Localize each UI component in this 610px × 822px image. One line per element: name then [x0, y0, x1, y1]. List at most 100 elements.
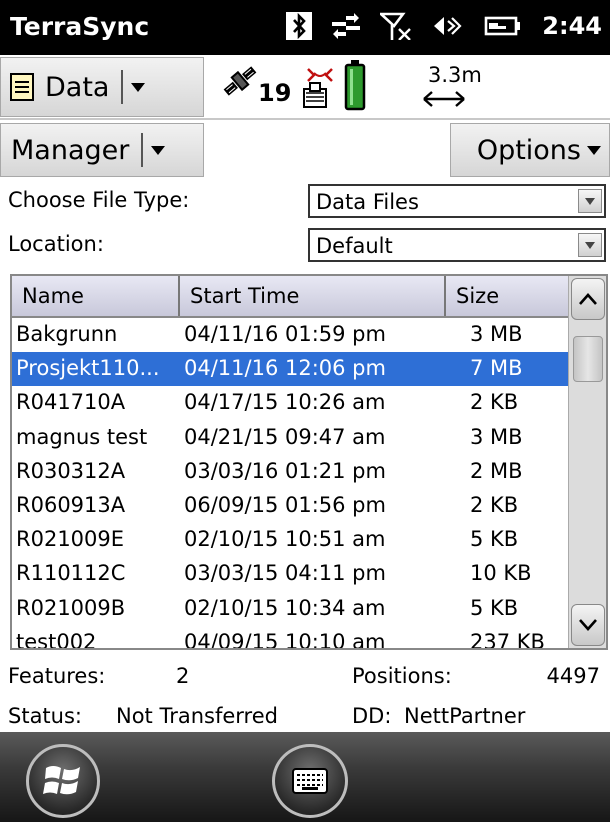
file-start-time: 04/11/16 12:06 pm: [184, 356, 386, 381]
chevron-down-icon: [151, 145, 166, 155]
status-value: Not Transferred: [116, 704, 278, 728]
file-name: R030312A: [16, 458, 126, 483]
file-name: magnus test: [16, 424, 148, 449]
column-header-size[interactable]: Size: [446, 276, 570, 316]
features-row: Features: 2 Positions: 4497: [0, 656, 610, 698]
table-row[interactable]: test002 04/09/15 10:10 am 237 KB: [12, 626, 568, 650]
table-header: Name Start Time Size: [12, 276, 570, 318]
windows-flag-icon: [43, 766, 80, 795]
positions-label: Positions:: [352, 664, 452, 688]
chevron-down-icon: [579, 619, 597, 631]
file-size: 7 MB: [470, 356, 523, 381]
status-icons: 2:44: [286, 12, 602, 40]
dd-value: NettPartner: [404, 704, 526, 728]
file-name: R110112C: [16, 561, 126, 586]
file-list: Name Start Time Size Bakgrunn 04/11/16 01…: [10, 274, 608, 650]
file-size: 2 KB: [470, 390, 519, 415]
title-bar: TerraSync 2:44: [0, 0, 610, 55]
file-start-time: 04/11/16 01:59 pm: [184, 322, 386, 346]
file-name: R021009E: [16, 527, 125, 552]
file-start-time: 04/21/15 09:47 am: [184, 424, 386, 449]
keyboard-button[interactable]: [272, 744, 348, 818]
satellite-count: 19: [258, 79, 292, 107]
file-size: 3 MB: [470, 424, 523, 449]
location-label: Location:: [8, 232, 104, 256]
bluetooth-icon[interactable]: [286, 12, 313, 40]
file-start-time: 04/09/15 10:10 am: [184, 629, 386, 650]
separator: [141, 133, 144, 167]
file-start-time: 02/10/15 10:51 am: [184, 527, 386, 552]
signal-off-icon[interactable]: [380, 12, 412, 40]
battery-icon[interactable]: [344, 59, 366, 111]
section-label: Data: [45, 71, 110, 103]
dropdown-arrow-icon[interactable]: [578, 233, 602, 257]
app-title: TerraSync: [10, 12, 150, 41]
column-header-start-time[interactable]: Start Time: [180, 276, 446, 316]
volume-icon[interactable]: [432, 13, 464, 39]
column-header-name[interactable]: Name: [12, 276, 180, 316]
table-row[interactable]: R060913A 06/09/15 01:56 pm 2 KB: [12, 489, 568, 523]
dropdown-arrow-icon[interactable]: [578, 189, 602, 213]
start-button[interactable]: [26, 744, 100, 818]
table-row[interactable]: R021009E 02/10/15 10:51 am 5 KB: [12, 523, 568, 557]
keyboard-icon: [292, 768, 328, 794]
file-name: R041710A: [16, 390, 126, 415]
table-row[interactable]: R030312A 03/03/16 01:21 pm 2 MB: [12, 455, 568, 489]
file-type-row: Choose File Type: Data Files: [0, 180, 610, 224]
file-start-time: 03/03/16 01:21 pm: [184, 458, 386, 483]
options-menu-button[interactable]: Options: [450, 123, 610, 177]
manager-menu-button[interactable]: Manager: [0, 123, 204, 177]
battery-charging-icon[interactable]: [484, 14, 522, 38]
section-menu-button[interactable]: Data: [0, 57, 204, 117]
location-dropdown[interactable]: Default: [308, 228, 606, 262]
table-row[interactable]: R041710A 04/17/15 10:26 am 2 KB: [12, 386, 568, 420]
options-label: Options: [476, 134, 581, 166]
chevron-down-icon: [587, 145, 601, 155]
location-value: Default: [316, 234, 393, 258]
file-name: R060913A: [16, 492, 126, 517]
satellite-icon[interactable]: [220, 61, 260, 101]
file-type-label: Choose File Type:: [8, 188, 190, 212]
separator: [121, 70, 124, 104]
table-row[interactable]: Prosjekt110... 04/11/16 12:06 pm 7 MB: [12, 352, 568, 387]
file-size: 10 KB: [470, 561, 532, 586]
file-size: 2 KB: [470, 492, 519, 517]
menu-bar: Manager Options: [0, 121, 610, 179]
table-row[interactable]: R110112C 03/03/15 04:11 pm 10 KB: [12, 557, 568, 591]
manager-label: Manager: [11, 134, 130, 166]
chevron-up-icon: [579, 293, 597, 305]
scroll-up-button[interactable]: [571, 278, 605, 320]
scroll-thumb[interactable]: [573, 336, 603, 382]
table-row[interactable]: magnus test 04/21/15 09:47 am 3 MB: [12, 421, 568, 455]
notepad-icon: [9, 72, 35, 102]
clock: 2:44: [542, 12, 602, 40]
table-rows: Bakgrunn 04/11/16 01:59 pm 3 MB Prosjekt110…: [12, 318, 568, 650]
features-label: Features:: [8, 664, 106, 688]
file-start-time: 02/10/15 10:34 am: [184, 595, 386, 620]
file-start-time: 04/17/15 10:26 am: [184, 390, 386, 415]
file-size: 2 MB: [470, 458, 523, 483]
positions-value: 4497: [546, 664, 600, 688]
dd-label: DD:: [352, 704, 392, 728]
file-name: test002: [16, 629, 97, 650]
file-size: 5 KB: [470, 595, 519, 620]
table-row[interactable]: R021009B 02/10/15 10:34 am 5 KB: [12, 592, 568, 626]
features-value: 2: [176, 664, 190, 688]
table-row[interactable]: Bakgrunn 04/11/16 01:59 pm 3 MB: [12, 318, 568, 352]
file-size: 3 MB: [470, 322, 523, 346]
file-type-dropdown[interactable]: Data Files: [308, 184, 606, 218]
file-size: 5 KB: [470, 527, 519, 552]
file-size: 237 KB: [470, 629, 545, 650]
status-label: Status:: [8, 704, 82, 728]
file-start-time: 06/09/15 01:56 pm: [184, 492, 386, 517]
scroll-down-button[interactable]: [571, 604, 605, 646]
location-row: Location: Default: [0, 224, 610, 268]
network-sync-icon[interactable]: [332, 13, 361, 39]
vertical-scrollbar[interactable]: [568, 276, 606, 648]
left-right-arrow-icon: [422, 89, 466, 109]
bottom-bar: [0, 732, 610, 822]
file-name: R021009B: [16, 595, 126, 620]
chevron-down-icon: [131, 82, 146, 92]
file-start-time: 03/03/15 04:11 pm: [184, 561, 386, 586]
gnss-receiver-icon[interactable]: [300, 63, 340, 111]
